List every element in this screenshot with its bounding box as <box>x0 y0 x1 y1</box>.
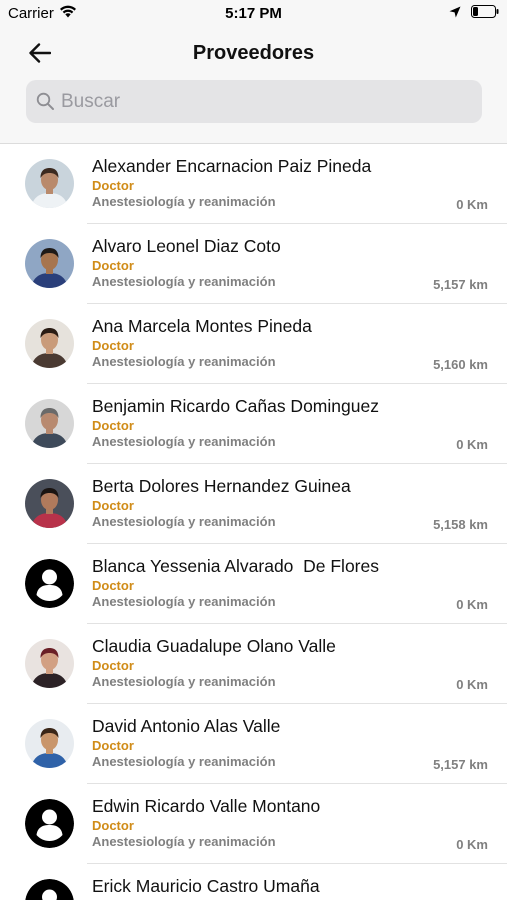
provider-distance: 5,160 km <box>433 357 488 372</box>
provider-specialty: Anestesiología y reanimación <box>92 834 276 849</box>
provider-distance: 0 Km <box>456 677 488 692</box>
provider-specialty: Anestesiología y reanimación <box>92 354 276 369</box>
search-input[interactable] <box>61 90 461 113</box>
avatar <box>25 799 74 848</box>
status-bar: Carrier 5:17 PM <box>0 0 507 28</box>
avatar <box>25 319 74 368</box>
provider-list: Alexander Encarnacion Paiz Pineda Doctor A… <box>0 144 507 900</box>
provider-row[interactable]: Alexander Encarnacion Paiz Pineda Doctor A… <box>0 144 507 224</box>
provider-row[interactable]: Berta Dolores Hernandez Guinea Doctor Anes… <box>0 464 507 544</box>
avatar <box>25 639 74 688</box>
location-arrow-icon <box>449 5 461 22</box>
provider-distance: 0 Km <box>456 597 488 612</box>
avatar <box>25 479 74 528</box>
avatar <box>25 719 74 768</box>
provider-name: Benjamin Ricardo Cañas Dominguez <box>92 396 379 416</box>
provider-role: Doctor <box>92 178 134 193</box>
provider-specialty: Anestesiología y reanimación <box>92 754 276 769</box>
profile-photo <box>25 399 74 448</box>
app-screen: Carrier 5:17 PM Proveedores Buscar Alexa… <box>0 0 507 900</box>
provider-name: Claudia Guadalupe Olano Valle <box>92 636 336 656</box>
provider-specialty: Anestesiología y reanimación <box>92 674 276 689</box>
profile-photo <box>25 319 74 368</box>
provider-name: Blanca Yessenia Alvarado De Flores <box>92 556 379 576</box>
avatar <box>25 879 74 900</box>
provider-distance: 0 Km <box>456 437 488 452</box>
provider-distance: 5,158 km <box>433 517 488 532</box>
default-user-icon <box>25 559 74 608</box>
profile-photo <box>25 239 74 288</box>
provider-row[interactable]: David Antonio Alas Valle Doctor Anestesiol… <box>0 704 507 784</box>
provider-name: Alexander Encarnacion Paiz Pineda <box>92 156 372 176</box>
provider-role: Doctor <box>92 578 134 593</box>
status-time: 5:17 PM <box>225 5 282 22</box>
provider-name: Ana Marcela Montes Pineda <box>92 316 312 336</box>
provider-name: Alvaro Leonel Diaz Coto <box>92 236 281 256</box>
profile-photo <box>25 719 74 768</box>
provider-row[interactable]: Alvaro Leonel Diaz Coto Doctor Anestesiolo… <box>0 224 507 304</box>
search-bar[interactable] <box>26 80 482 123</box>
provider-distance: 0 Km <box>456 197 488 212</box>
battery-icon <box>471 5 499 22</box>
provider-name: Edwin Ricardo Valle Montano <box>92 796 321 816</box>
provider-role: Doctor <box>92 338 134 353</box>
provider-distance: 5,157 km <box>433 277 488 292</box>
status-right <box>449 5 499 22</box>
provider-role: Doctor <box>92 418 134 433</box>
provider-specialty: Anestesiología y reanimación <box>92 514 276 529</box>
provider-specialty: Anestesiología y reanimación <box>92 434 276 449</box>
provider-name: David Antonio Alas Valle <box>92 716 281 736</box>
profile-photo <box>25 159 74 208</box>
provider-row[interactable]: Blanca Yessenia Alvarado De Flores Doctor… <box>0 544 507 624</box>
default-user-icon <box>25 799 74 848</box>
profile-photo <box>25 639 74 688</box>
avatar <box>25 239 74 288</box>
navigation-header: Proveedores <box>0 28 507 144</box>
provider-distance: 5,157 km <box>433 757 488 772</box>
default-user-icon <box>25 879 74 900</box>
search-icon <box>35 92 55 112</box>
provider-row[interactable]: Ana Marcela Montes Pineda Doctor Anestesio… <box>0 304 507 384</box>
avatar <box>25 559 74 608</box>
provider-name: Erick Mauricio Castro Umaña <box>92 876 320 896</box>
provider-row[interactable]: Benjamin Ricardo Cañas Dominguez Doctor An… <box>0 384 507 464</box>
provider-name: Berta Dolores Hernandez Guinea <box>92 476 351 496</box>
provider-specialty: Anestesiología y reanimación <box>92 194 276 209</box>
provider-specialty: Anestesiología y reanimación <box>92 274 276 289</box>
provider-row[interactable]: Edwin Ricardo Valle Montano Doctor Anestes… <box>0 784 507 864</box>
provider-role: Doctor <box>92 498 134 513</box>
avatar <box>25 399 74 448</box>
avatar <box>25 159 74 208</box>
provider-role: Doctor <box>92 258 134 273</box>
provider-role: Doctor <box>92 818 134 833</box>
provider-distance: 0 Km <box>456 837 488 852</box>
provider-role: Doctor <box>92 658 134 673</box>
provider-row[interactable]: Claudia Guadalupe Olano Valle Doctor Anest… <box>0 624 507 704</box>
provider-role: Doctor <box>92 738 134 753</box>
page-title: Proveedores <box>192 42 315 64</box>
provider-specialty: Anestesiología y reanimación <box>92 594 276 609</box>
provider-row[interactable]: Erick Mauricio Castro Umaña <box>0 864 507 900</box>
profile-photo <box>25 479 74 528</box>
